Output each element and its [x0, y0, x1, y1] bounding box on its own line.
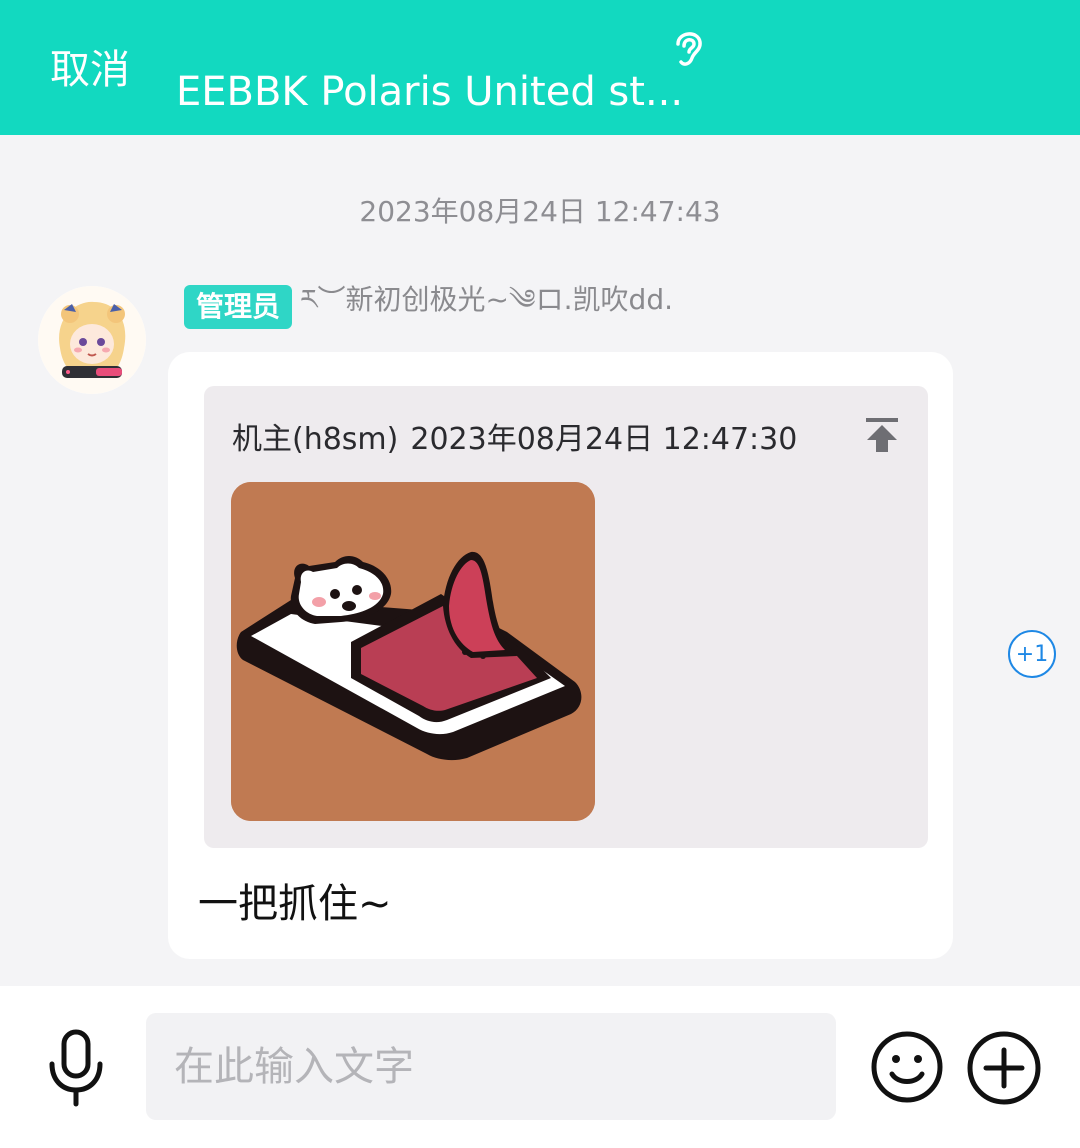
- smile-icon[interactable]: [870, 1030, 944, 1104]
- sender-row: 管理员 ར︶新初创极光~༄ロ.凯吹dd.: [184, 283, 673, 330]
- sender-name[interactable]: ར︶新初创极光~༄ロ.凯吹dd.: [300, 268, 673, 347]
- message-timestamp: 2023年08月24日 12:47:43: [359, 195, 721, 228]
- avatar[interactable]: [38, 286, 146, 394]
- message-bubble[interactable]: 机主(h8sm) 2023年08月24日 12:47:30 一把抓住~: [168, 352, 953, 959]
- anime-girl-avatar-image: [38, 286, 146, 394]
- message-text: 一把抓住~: [198, 881, 392, 927]
- ear-icon[interactable]: [666, 24, 710, 72]
- microphone-icon[interactable]: [44, 1028, 108, 1108]
- quoted-message[interactable]: 机主(h8sm) 2023年08月24日 12:47:30: [204, 386, 928, 848]
- cancel-button[interactable]: 取消: [50, 44, 130, 96]
- top-bar: 取消 EEBBK Polaris United st...: [0, 0, 1080, 135]
- input-bar: [0, 986, 1080, 1148]
- message-input[interactable]: [146, 1013, 836, 1120]
- sticker-image: [231, 482, 595, 821]
- plus-circle-icon[interactable]: [966, 1030, 1042, 1106]
- quote-author: 机主(h8sm): [232, 422, 399, 457]
- admin-badge: 管理员: [184, 285, 293, 329]
- quote-time: 2023年08月24日 12:47:30: [410, 422, 798, 457]
- cat-in-bed-sticker[interactable]: [231, 482, 595, 821]
- plus-one-button[interactable]: +1: [1008, 630, 1056, 678]
- quote-meta: 机主(h8sm) 2023年08月24日 12:47:30: [232, 420, 797, 460]
- chat-title: EEBBK Polaris United st...: [176, 69, 684, 115]
- pin-to-top-icon[interactable]: [864, 416, 900, 454]
